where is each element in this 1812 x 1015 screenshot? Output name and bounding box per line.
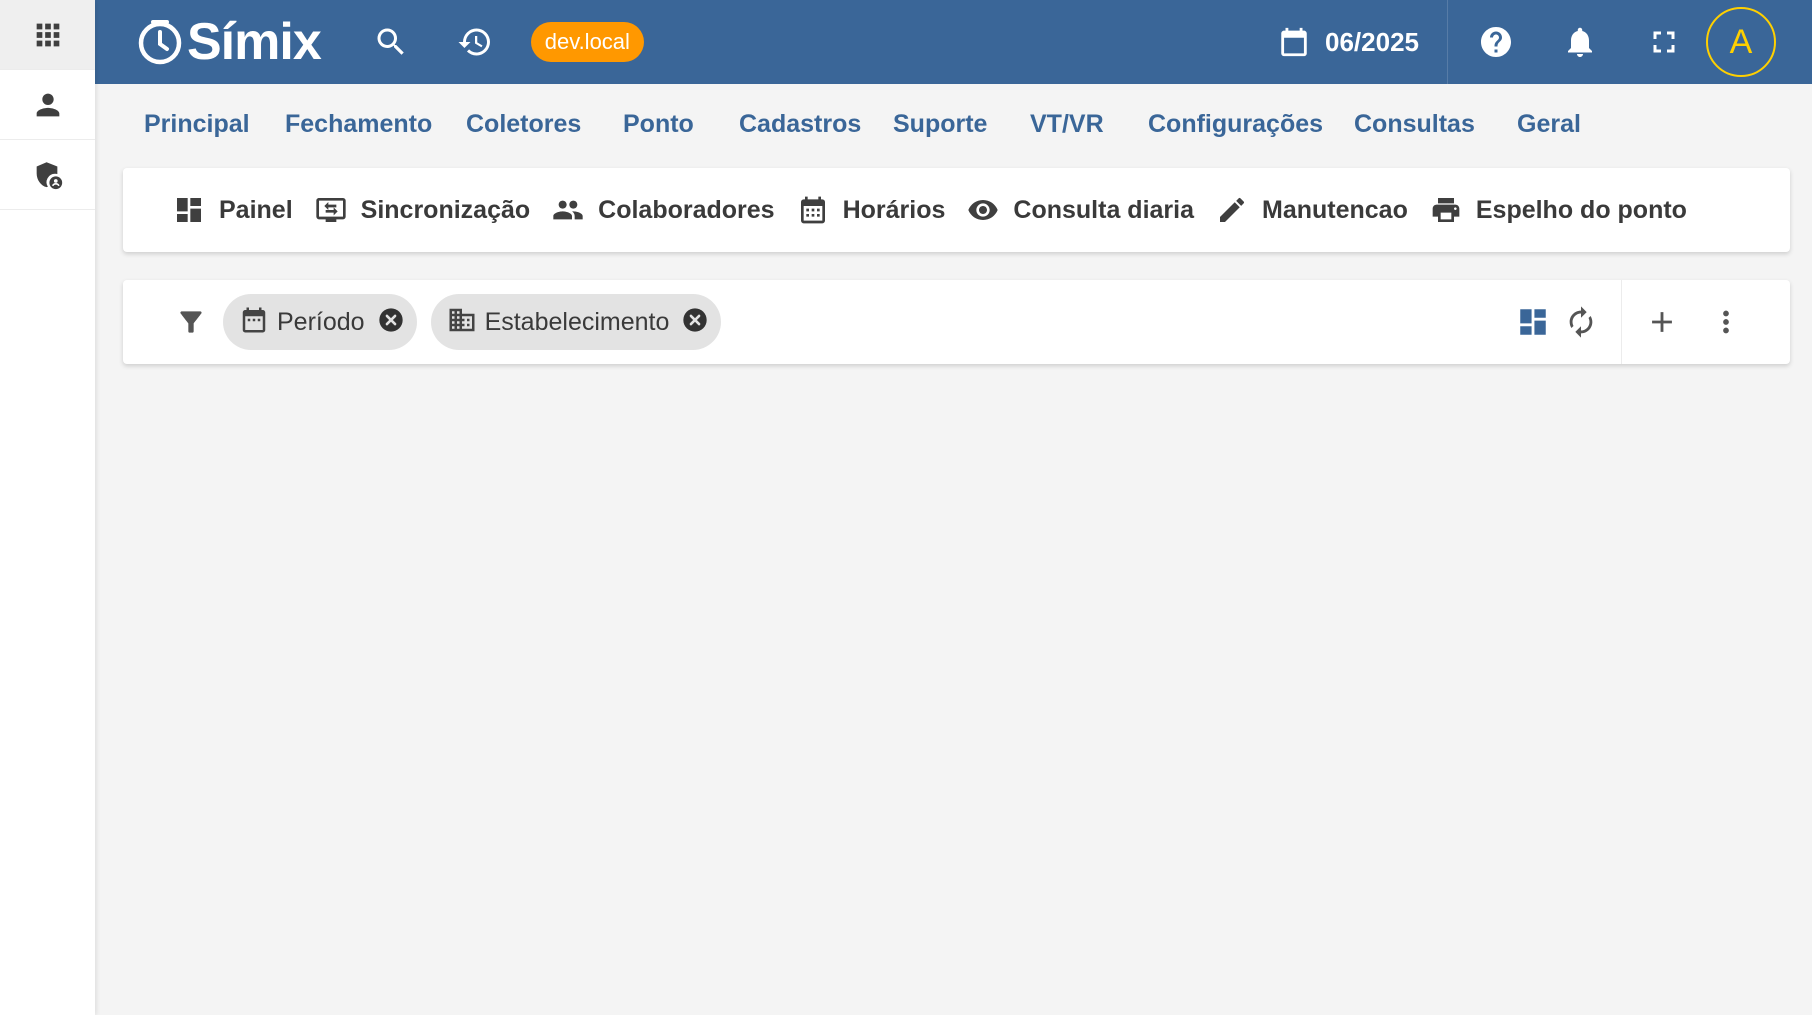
filter-button[interactable] [173,304,209,340]
calendar-icon [800,196,825,224]
calendar-icon [239,305,269,340]
menu-geral[interactable]: Geral [1517,110,1581,139]
submenu-label: Espelho do ponto [1475,195,1687,224]
filter-icon [180,311,202,333]
building-icon [447,305,477,340]
menu-coletores[interactable]: Coletores [466,110,581,139]
printer-icon [1432,198,1460,222]
fullscreen-button[interactable] [1636,14,1692,70]
refresh-button[interactable] [1557,298,1605,346]
add-button[interactable] [1638,298,1686,346]
calendar-icon [1281,27,1307,57]
filter-bar: Período Estabelecimento [123,280,1790,364]
eye-icon [968,200,999,220]
submenu-consulta-diaria[interactable]: Consulta diaria [967,194,1194,226]
submenu-colaboradores[interactable]: Colaboradores [552,194,775,226]
period-value: 06/2025 [1325,26,1419,57]
user-menu-button[interactable] [0,70,95,140]
menu-fechamento[interactable]: Fechamento [285,110,432,139]
bell-icon [1568,27,1592,57]
filter-actions [1509,280,1790,364]
dashboard-icon [1520,309,1546,335]
dashboard-icon [177,198,201,222]
search-icon [377,28,404,55]
chip-label: Estabelecimento [484,307,670,336]
menu-principal[interactable]: Principal [144,110,250,139]
more-vertical-icon [1723,310,1729,334]
pencil-icon [1220,197,1245,222]
person-icon [36,93,59,116]
submenu-label: Consulta diaria [1013,195,1194,224]
divider [1621,280,1622,364]
fullscreen-icon [1653,31,1675,53]
close-icon[interactable] [377,306,405,339]
search-button[interactable] [363,14,419,70]
plus-icon [1652,312,1672,332]
menu-ponto[interactable]: Ponto [623,110,694,139]
refresh-icon [1569,306,1593,338]
submenu-horarios[interactable]: Horários [797,194,946,226]
menu-cadastros[interactable]: Cadastros [739,110,861,139]
admin-button[interactable] [0,140,95,210]
period-selector[interactable]: 06/2025 [1277,0,1448,84]
top-app-bar: Símix dev.local 06/2025 A [95,0,1812,84]
submenu-card: Painel Sincronização Colaboradores Horár… [123,168,1790,252]
admin-shield-icon [36,161,62,189]
apps-grid-button[interactable] [0,0,95,70]
clock-logo-icon [138,20,182,65]
environment-badge: dev.local [530,22,644,62]
submenu-label: Painel [219,195,293,224]
submenu-sincronizacao[interactable]: Sincronização [315,194,531,226]
close-icon[interactable] [681,306,709,339]
sync-screen-icon [315,198,346,222]
menu-configuracoes[interactable]: Configurações [1148,110,1323,139]
filter-chip-estabelecimento[interactable]: Estabelecimento [430,294,722,350]
history-button[interactable] [447,14,503,70]
submenu-manutencao[interactable]: Manutencao [1216,194,1408,226]
app-logo[interactable]: Símix [135,0,322,84]
people-icon [553,200,583,220]
user-avatar[interactable]: A [1706,7,1776,77]
notifications-button[interactable] [1552,14,1608,70]
side-rail [0,0,95,1015]
more-options-button[interactable] [1702,298,1750,346]
submenu-espelho-do-ponto[interactable]: Espelho do ponto [1430,194,1687,226]
menu-consultas[interactable]: Consultas [1354,110,1475,139]
main-menu: Principal Fechamento Coletores Ponto Cad… [95,84,1812,168]
submenu-label: Manutencao [1262,195,1408,224]
help-icon [1481,27,1511,57]
submenu-label: Colaboradores [598,195,775,224]
submenu-label: Sincronização [360,195,531,224]
apps-grid-icon [36,23,59,46]
submenu-label: Horários [842,195,946,224]
layout-button[interactable] [1509,298,1557,346]
menu-vt-vr[interactable]: VT/VR [1030,110,1104,139]
menu-suporte[interactable]: Suporte [893,110,987,139]
submenu-painel[interactable]: Painel [173,194,293,226]
filter-chip-periodo[interactable]: Período [223,294,417,350]
history-icon [458,28,490,56]
chip-label: Período [277,307,365,336]
help-button[interactable] [1468,14,1524,70]
app-name: Símix [187,13,322,71]
